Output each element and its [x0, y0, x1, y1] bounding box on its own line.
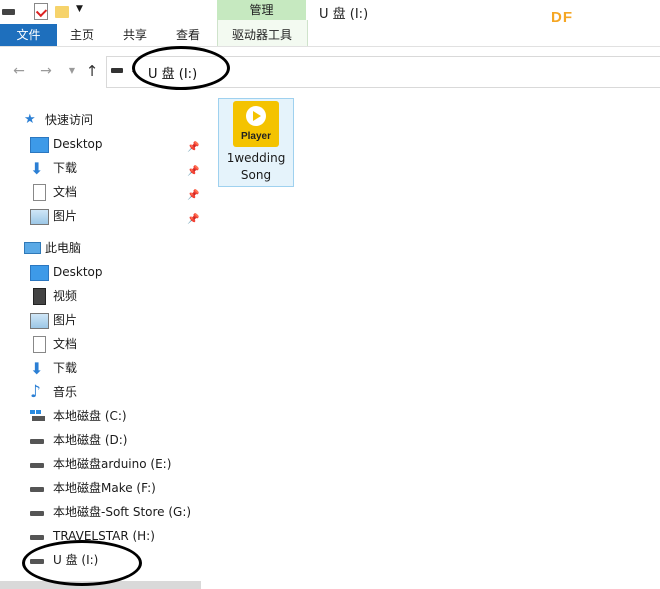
sidebar-item-label: 文档: [53, 337, 78, 351]
drive-icon: [111, 68, 123, 73]
sidebar-item-documents[interactable]: 文档 📌: [30, 181, 205, 203]
drive-icon: [30, 511, 44, 516]
window-title: U 盘 (I:): [319, 7, 369, 22]
sidebar-item-label: 音乐: [53, 385, 78, 399]
sidebar-group-label: 此电脑: [45, 241, 82, 255]
drive-icon: [30, 439, 44, 444]
picture-icon: [30, 209, 49, 225]
tab-home[interactable]: 主页: [62, 24, 102, 46]
play-triangle: [253, 111, 261, 121]
back-arrow-icon[interactable]: ←: [10, 62, 28, 80]
pin-icon[interactable]: 📌: [187, 209, 199, 231]
drive-icon: [30, 535, 44, 540]
manage-tab[interactable]: 管理: [217, 0, 306, 20]
sidebar-item-label: Desktop: [53, 137, 103, 151]
sidebar-item-drive-d[interactable]: 本地磁盘 (D:): [30, 429, 205, 451]
sidebar-item-downloads-pc[interactable]: ⬇ 下载: [30, 357, 205, 379]
new-folder-icon[interactable]: [55, 6, 69, 18]
annotation-circle: [22, 540, 142, 586]
sidebar-item-label: 视频: [53, 289, 78, 303]
video-icon: [33, 288, 46, 305]
properties-icon[interactable]: [34, 3, 48, 20]
sidebar-item-label: Desktop: [53, 265, 103, 279]
sidebar-item-label: 图片: [53, 209, 78, 223]
drive-icon: [30, 463, 44, 468]
sidebar-item-drive-c[interactable]: 本地磁盘 (C:): [30, 405, 205, 427]
sidebar-item-music[interactable]: ♪ 音乐: [30, 381, 205, 403]
chevron-down-icon[interactable]: ▼: [76, 4, 83, 14]
sidebar-item-label: 图片: [53, 313, 78, 327]
forward-arrow-icon[interactable]: →: [37, 62, 55, 80]
sidebar-item-label: 本地磁盘 (D:): [53, 433, 128, 447]
desktop-icon: [30, 137, 49, 153]
sidebar-item-desktop[interactable]: Desktop 📌: [30, 133, 205, 155]
tab-share[interactable]: 共享: [115, 24, 155, 46]
sidebar-item-label: 下载: [53, 161, 78, 175]
sidebar-item-pictures[interactable]: 图片 📌: [30, 205, 205, 227]
document-icon: [33, 184, 46, 201]
sidebar-item-downloads[interactable]: ⬇ 下载 📌: [30, 157, 205, 179]
sidebar-item-drive-g[interactable]: 本地磁盘-Soft Store (G:): [30, 501, 205, 523]
tab-view[interactable]: 查看: [168, 24, 208, 46]
sidebar-group-label: 快速访问: [45, 113, 94, 127]
sidebar-item-documents-pc[interactable]: 文档: [30, 333, 205, 355]
sidebar-item-label: 本地磁盘 (C:): [53, 409, 127, 423]
document-icon: [33, 336, 46, 353]
star-icon: ★: [24, 112, 36, 127]
sidebar-item-videos[interactable]: 视频: [30, 285, 205, 307]
sidebar-item-label: 本地磁盘-Soft Store (G:): [53, 505, 192, 519]
player-icon-label: Player: [240, 131, 272, 142]
pin-icon[interactable]: 📌: [187, 137, 199, 159]
file-name[interactable]: 1wedding Song: [218, 150, 294, 184]
sidebar-item-label: 本地磁盘arduino (E:): [53, 457, 172, 471]
sidebar-item-label: 本地磁盘Make (F:): [53, 481, 156, 495]
sidebar-item-label: 下载: [53, 361, 78, 375]
download-icon: ⬇: [30, 359, 44, 378]
picture-icon: [30, 313, 49, 329]
up-arrow-icon[interactable]: ↑: [83, 62, 101, 80]
recent-chevron-icon[interactable]: ▼: [63, 62, 81, 80]
download-icon: ⬇: [30, 159, 44, 178]
sidebar-item-label: 文档: [53, 185, 78, 199]
pin-icon[interactable]: 📌: [187, 161, 199, 183]
drive-icon: [2, 9, 15, 15]
annotation-circle: [132, 46, 230, 90]
sidebar-item-desktop-pc[interactable]: Desktop: [30, 261, 205, 283]
tab-drive-tools[interactable]: 驱动器工具: [222, 24, 302, 46]
sidebar-item-drive-f[interactable]: 本地磁盘Make (F:): [30, 477, 205, 499]
sidebar-item-pictures-pc[interactable]: 图片: [30, 309, 205, 331]
desktop-icon: [30, 265, 49, 281]
computer-icon: [24, 242, 41, 254]
sidebar-item-drive-e[interactable]: 本地磁盘arduino (E:): [30, 453, 205, 475]
tab-file[interactable]: 文件: [0, 24, 57, 46]
drive-icon: [30, 487, 44, 492]
pin-icon[interactable]: 📌: [187, 185, 199, 207]
music-icon: ♪: [30, 382, 41, 402]
